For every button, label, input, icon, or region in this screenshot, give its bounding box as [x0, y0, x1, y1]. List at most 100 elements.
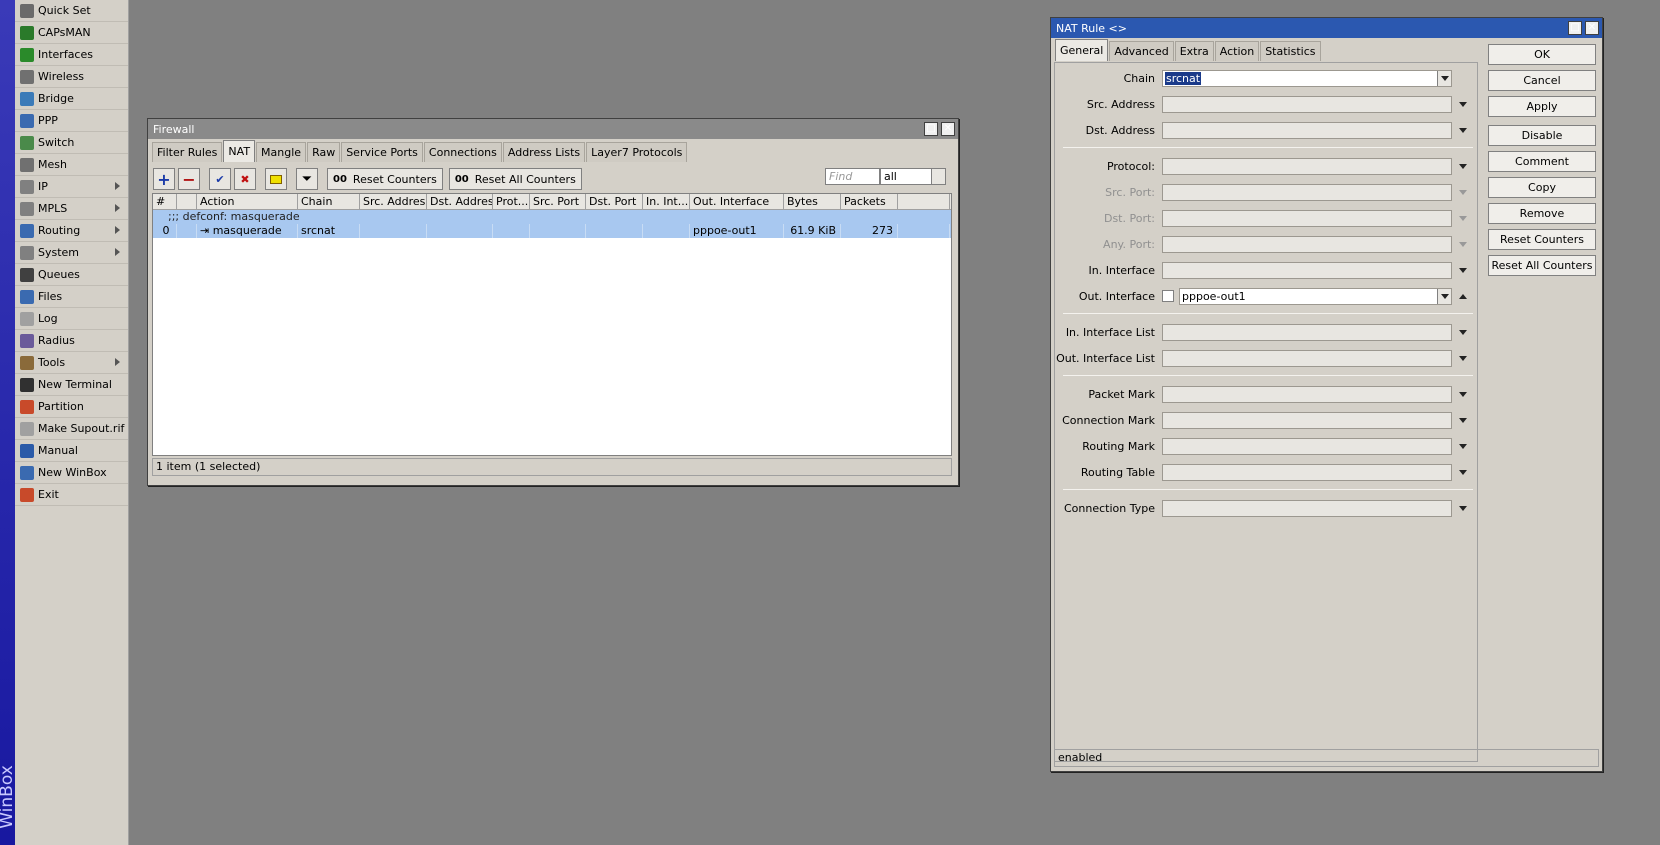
nat-tab-action[interactable]: Action: [1214, 41, 1260, 61]
expand-arrow-icon[interactable]: [1459, 418, 1467, 423]
column-header[interactable]: Bytes: [784, 194, 841, 209]
sidebar-item-system[interactable]: System: [15, 242, 128, 264]
firewall-tab-raw[interactable]: Raw: [307, 142, 341, 162]
sidebar-item-tools[interactable]: Tools: [15, 352, 128, 374]
out-interface-select[interactable]: pppoe-out1: [1179, 288, 1452, 305]
routing-mark-input[interactable]: [1162, 438, 1452, 455]
column-header[interactable]: Chain: [298, 194, 360, 209]
disable-button[interactable]: Disable: [1488, 125, 1596, 146]
sidebar-item-files[interactable]: Files: [15, 286, 128, 308]
src-address-input[interactable]: [1162, 96, 1452, 113]
sidebar-item-quick-set[interactable]: Quick Set: [15, 0, 128, 22]
column-header[interactable]: [177, 194, 197, 209]
column-header[interactable]: Dst. Port: [586, 194, 643, 209]
column-header[interactable]: #: [153, 194, 177, 209]
sidebar-item-routing[interactable]: Routing: [15, 220, 128, 242]
reset-all-counters-button[interactable]: 00 Reset All Counters: [448, 168, 582, 190]
invert-checkbox[interactable]: [1162, 290, 1174, 302]
disable-button[interactable]: ✖: [234, 168, 256, 190]
column-header[interactable]: Action: [197, 194, 298, 209]
column-header[interactable]: In. Int...: [643, 194, 690, 209]
column-header[interactable]: Packets: [841, 194, 898, 209]
enable-button[interactable]: ✔: [209, 168, 231, 190]
firewall-tab-mangle[interactable]: Mangle: [256, 142, 307, 162]
remove-button[interactable]: −: [178, 168, 200, 190]
sidebar-item-ppp[interactable]: PPP: [15, 110, 128, 132]
column-header[interactable]: Dst. Address: [427, 194, 493, 209]
reset-counters-button[interactable]: 00 Reset Counters: [327, 168, 443, 190]
expand-arrow-icon[interactable]: [1459, 330, 1467, 335]
routing-table-input[interactable]: [1162, 464, 1452, 481]
sidebar-item-radius[interactable]: Radius: [15, 330, 128, 352]
firewall-tab-filter-rules[interactable]: Filter Rules: [152, 142, 223, 162]
close-icon[interactable]: ✕: [941, 122, 955, 136]
any-port-input[interactable]: [1162, 236, 1452, 253]
protocol-input[interactable]: [1162, 158, 1452, 175]
expand-arrow-icon[interactable]: [1459, 444, 1467, 449]
connection-type-input[interactable]: [1162, 500, 1452, 517]
column-header[interactable]: Src. Address: [360, 194, 427, 209]
column-header[interactable]: Prot...: [493, 194, 530, 209]
firewall-tab-connections[interactable]: Connections: [423, 142, 502, 162]
sidebar-item-capsman[interactable]: CAPsMAN: [15, 22, 128, 44]
column-header[interactable]: Out. Interface: [690, 194, 784, 209]
filter-select[interactable]: all: [880, 168, 946, 185]
comment-button[interactable]: [265, 168, 287, 190]
nat-tab-statistics[interactable]: Statistics: [1260, 41, 1321, 61]
sidebar-item-new-winbox[interactable]: New WinBox: [15, 462, 128, 484]
copy-button[interactable]: Copy: [1488, 177, 1596, 198]
collapse-arrow-icon[interactable]: [1459, 294, 1467, 299]
expand-arrow-icon[interactable]: [1459, 128, 1467, 133]
find-input[interactable]: Find: [825, 168, 880, 185]
maximize-icon[interactable]: □: [924, 122, 938, 136]
sidebar-item-manual[interactable]: Manual: [15, 440, 128, 462]
in-interface-list-input[interactable]: [1162, 324, 1452, 341]
expand-arrow-icon[interactable]: [1459, 470, 1467, 475]
dropdown-icon[interactable]: [1437, 71, 1451, 86]
comment-row[interactable]: ;;; defconf: masquerade: [153, 210, 951, 224]
expand-arrow-icon[interactable]: [1459, 506, 1467, 511]
nat-tab-advanced[interactable]: Advanced: [1109, 41, 1174, 61]
sidebar-item-exit[interactable]: Exit: [15, 484, 128, 506]
cancel-button[interactable]: Cancel: [1488, 70, 1596, 91]
sidebar-item-wireless[interactable]: Wireless: [15, 66, 128, 88]
out-interface-list-input[interactable]: [1162, 350, 1452, 367]
remove-button[interactable]: Remove: [1488, 203, 1596, 224]
dropdown-icon[interactable]: [1437, 289, 1451, 304]
column-header[interactable]: Src. Port: [530, 194, 586, 209]
sidebar-item-make-supout-rif[interactable]: Make Supout.rif: [15, 418, 128, 440]
firewall-tab-nat[interactable]: NAT: [223, 140, 256, 162]
in-interface-input[interactable]: [1162, 262, 1452, 279]
nat-title-bar[interactable]: NAT Rule <> □ ✕: [1051, 18, 1602, 38]
sidebar-item-bridge[interactable]: Bridge: [15, 88, 128, 110]
sidebar-item-new-terminal[interactable]: New Terminal: [15, 374, 128, 396]
sidebar-item-log[interactable]: Log: [15, 308, 128, 330]
sidebar-item-ip[interactable]: IP: [15, 176, 128, 198]
sidebar-item-queues[interactable]: Queues: [15, 264, 128, 286]
close-icon[interactable]: ✕: [1585, 21, 1599, 35]
sidebar-item-switch[interactable]: Switch: [15, 132, 128, 154]
nat-tab-extra[interactable]: Extra: [1174, 41, 1214, 61]
expand-arrow-icon[interactable]: [1459, 392, 1467, 397]
expand-arrow-icon[interactable]: [1459, 268, 1467, 273]
ok-button[interactable]: OK: [1488, 44, 1596, 65]
dst-address-input[interactable]: [1162, 122, 1452, 139]
src-port-input[interactable]: [1162, 184, 1452, 201]
table-row[interactable]: 0 ⇥ masquerade srcnat pppoe-out1 61.9 KiB 273: [153, 224, 951, 238]
nat-tab-general[interactable]: General: [1055, 39, 1109, 61]
firewall-tab-layer7-protocols[interactable]: Layer7 Protocols: [586, 142, 688, 162]
sidebar-item-mesh[interactable]: Mesh: [15, 154, 128, 176]
reset-all-counters-button[interactable]: Reset All Counters: [1488, 255, 1596, 276]
expand-arrow-icon[interactable]: [1459, 102, 1467, 107]
firewall-tab-address-lists[interactable]: Address Lists: [502, 142, 586, 162]
column-header[interactable]: [898, 194, 950, 209]
expand-arrow-icon[interactable]: [1459, 356, 1467, 361]
dst-port-input[interactable]: [1162, 210, 1452, 227]
sidebar-item-interfaces[interactable]: Interfaces: [15, 44, 128, 66]
sidebar-item-partition[interactable]: Partition: [15, 396, 128, 418]
dropdown-icon[interactable]: [931, 169, 945, 184]
connection-mark-input[interactable]: [1162, 412, 1452, 429]
reset-counters-button[interactable]: Reset Counters: [1488, 229, 1596, 250]
firewall-tab-service-ports[interactable]: Service Ports: [341, 142, 423, 162]
apply-button[interactable]: Apply: [1488, 96, 1596, 117]
